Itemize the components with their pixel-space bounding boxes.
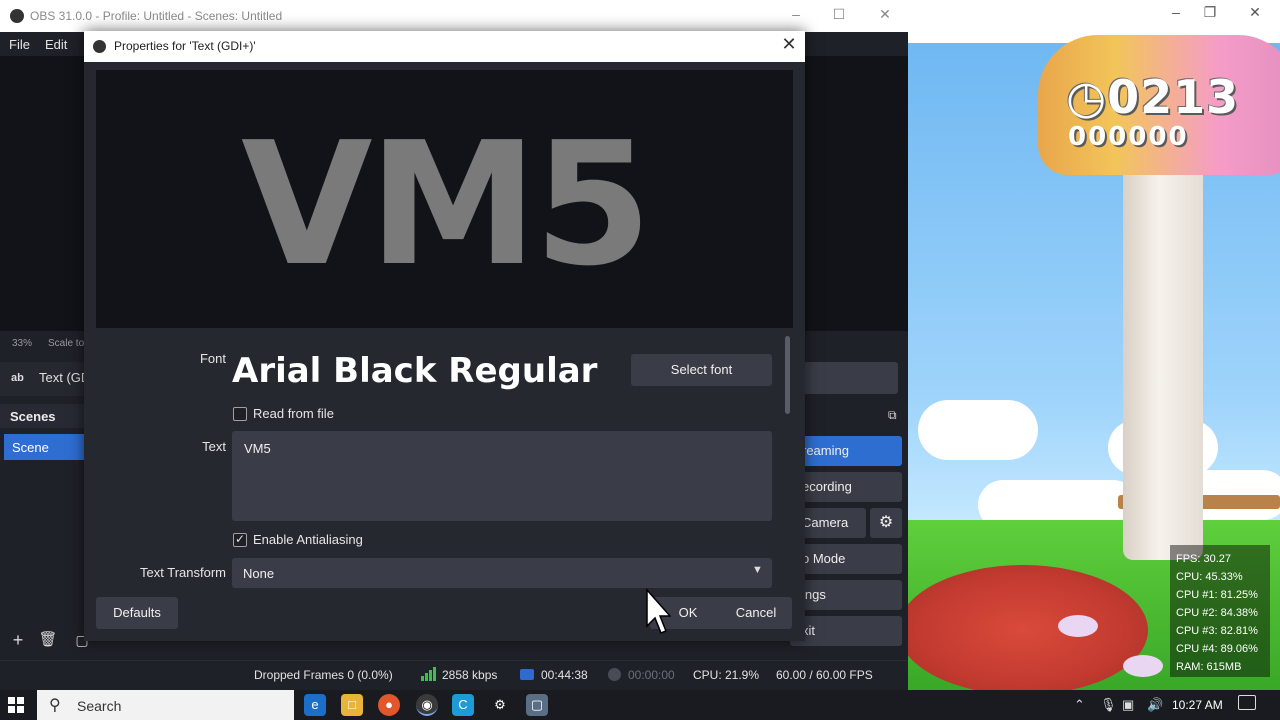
- file-explorer-icon[interactable]: □: [341, 694, 363, 716]
- bitrate: 2858 kbps: [442, 668, 498, 682]
- mouse-cursor-icon: [646, 588, 671, 634]
- stat-cpu2: CPU #2: 84.38%: [1176, 607, 1258, 619]
- obs-titlebar: OBS 31.0.0 - Profile: Untitled - Scenes:…: [0, 0, 908, 32]
- defaults-button[interactable]: Defaults: [96, 597, 178, 629]
- close-icon[interactable]: ✕: [778, 34, 800, 55]
- close-icon[interactable]: ✕: [1240, 4, 1270, 21]
- recording-icon: [520, 669, 534, 680]
- close-icon[interactable]: ✕: [870, 6, 900, 23]
- settings-gear-icon[interactable]: ⚙: [489, 694, 511, 716]
- scrollbar-thumb[interactable]: [785, 336, 790, 414]
- flower: [1058, 615, 1098, 637]
- streaming-icon: [608, 668, 621, 681]
- stat-cpu: CPU: 45.33%: [1176, 571, 1243, 583]
- game-red-pad: [908, 565, 1148, 690]
- zoom-level: 33%: [12, 338, 33, 349]
- recording-time: 00:44:38: [541, 668, 588, 682]
- cpu-usage: CPU: 21.9%: [693, 668, 760, 682]
- fps-readout: 60.00 / 60.00 FPS: [776, 668, 873, 682]
- font-label: Font: [199, 351, 226, 366]
- dock-float-icon[interactable]: ⧉: [888, 408, 897, 423]
- dialog-preview: VM5: [96, 70, 793, 328]
- network-icon[interactable]: ▣: [1122, 697, 1134, 713]
- microphone-icon[interactable]: 🎙: [1100, 697, 1117, 713]
- stat-cpu3: CPU #3: 82.81%: [1176, 625, 1258, 637]
- maximize-icon[interactable]: ☐: [824, 6, 854, 23]
- text-transform-select[interactable]: None ▼: [232, 558, 772, 588]
- settings-button[interactable]: ings: [790, 580, 902, 610]
- settings-label: ings: [802, 587, 826, 602]
- text-transform-label: Text Transform: [140, 565, 226, 580]
- exit-button[interactable]: xit: [790, 616, 902, 646]
- text-label: Text: [202, 439, 226, 454]
- streaming-label: reaming: [802, 443, 849, 458]
- read-from-file-label: Read from file: [253, 406, 334, 421]
- minimize-icon[interactable]: –: [781, 6, 811, 22]
- volume-icon[interactable]: 🔊: [1147, 697, 1163, 713]
- add-scene-icon[interactable]: +: [6, 628, 30, 652]
- edge-icon[interactable]: e: [304, 694, 326, 716]
- notification-icon[interactable]: [1238, 695, 1256, 710]
- game-coins: 000000: [1068, 122, 1189, 152]
- firefox-icon[interactable]: ●: [378, 694, 400, 716]
- menu-edit[interactable]: Edit: [45, 37, 67, 52]
- scale-label: Scale to: [48, 338, 85, 349]
- dropped-frames: Dropped Frames 0 (0.0%): [254, 668, 393, 682]
- stat-ram: RAM: 615MB: [1176, 661, 1242, 673]
- performance-overlay: FPS: 30.27 CPU: 45.33% CPU #1: 81.25% CP…: [1170, 545, 1270, 677]
- game-app-icon[interactable]: ▢: [526, 694, 548, 716]
- window-title: OBS 31.0.0 - Profile: Untitled - Scenes:…: [30, 9, 283, 23]
- recording-label: ecording: [802, 479, 852, 494]
- preview-text: VM5: [240, 106, 652, 304]
- read-from-file-checkbox[interactable]: [233, 407, 247, 421]
- font-name-display: Arial Black Regular: [232, 351, 598, 391]
- gear-icon[interactable]: ⚙: [870, 508, 902, 538]
- dialog-titlebar: Properties for 'Text (GDI+)' ✕: [84, 31, 805, 62]
- text-source-icon: ab: [11, 372, 24, 384]
- trash-icon[interactable]: 🗑: [36, 628, 60, 652]
- streaming-time: 00:00:00: [628, 668, 675, 682]
- cloud: [918, 400, 1038, 460]
- windows-start-icon[interactable]: [8, 697, 24, 713]
- antialiasing-checkbox[interactable]: [233, 532, 247, 547]
- mushroom-stalk: [1123, 150, 1203, 560]
- control-button[interactable]: [790, 362, 898, 394]
- obs-taskbar-icon[interactable]: ◉: [416, 694, 438, 716]
- text-transform-value: None: [243, 566, 275, 581]
- chevron-up-icon[interactable]: ⌃: [1074, 697, 1085, 713]
- stat-cpu4: CPU #4: 89.06%: [1176, 643, 1258, 655]
- chevron-down-icon: ▼: [752, 564, 763, 576]
- scene-list-item[interactable]: Scene: [4, 434, 84, 460]
- app-icon[interactable]: C: [452, 694, 474, 716]
- studio-mode-button[interactable]: o Mode: [790, 544, 902, 574]
- cancel-button[interactable]: Cancel: [720, 597, 792, 629]
- flower: [1123, 655, 1163, 677]
- obs-logo-icon: [10, 9, 24, 23]
- scenes-dock-title: Scenes: [0, 404, 84, 428]
- restore-icon[interactable]: ❐: [1195, 4, 1225, 21]
- stat-fps: FPS: 30.27: [1176, 553, 1232, 565]
- dialog-title: Properties for 'Text (GDI+)': [114, 39, 256, 53]
- taskbar-search[interactable]: ⚲ Search: [37, 690, 294, 720]
- taskbar: ⚲ Search e □ ● ◉ C ⚙ ▢ ⌃ 🎙 ▣ 🔊 10:27 AM: [0, 690, 1280, 720]
- taskbar-clock[interactable]: 10:27 AM: [1172, 698, 1223, 712]
- menu-file[interactable]: File: [9, 37, 30, 52]
- game-timer: ◷0213: [1066, 70, 1240, 124]
- properties-dialog: Properties for 'Text (GDI+)' ✕ VM5 Font …: [84, 31, 805, 641]
- obs-logo-icon: [93, 40, 106, 53]
- antialiasing-label: Enable Antialiasing: [253, 532, 363, 547]
- search-icon: ⚲: [49, 697, 61, 714]
- scenes-title: Scenes: [10, 409, 56, 424]
- search-placeholder: Search: [77, 698, 122, 714]
- signal-icon: [421, 667, 437, 681]
- start-streaming-button[interactable]: reaming: [790, 436, 902, 466]
- select-font-button[interactable]: Select font: [631, 354, 772, 386]
- minimize-icon[interactable]: –: [1161, 4, 1191, 20]
- start-recording-button[interactable]: ecording: [790, 472, 902, 502]
- scene-label: Scene: [12, 440, 49, 455]
- studio-label: o Mode: [802, 551, 846, 566]
- text-input[interactable]: VM5: [232, 431, 772, 521]
- camera-label: Camera: [802, 515, 849, 530]
- stat-cpu1: CPU #1: 81.25%: [1176, 589, 1258, 601]
